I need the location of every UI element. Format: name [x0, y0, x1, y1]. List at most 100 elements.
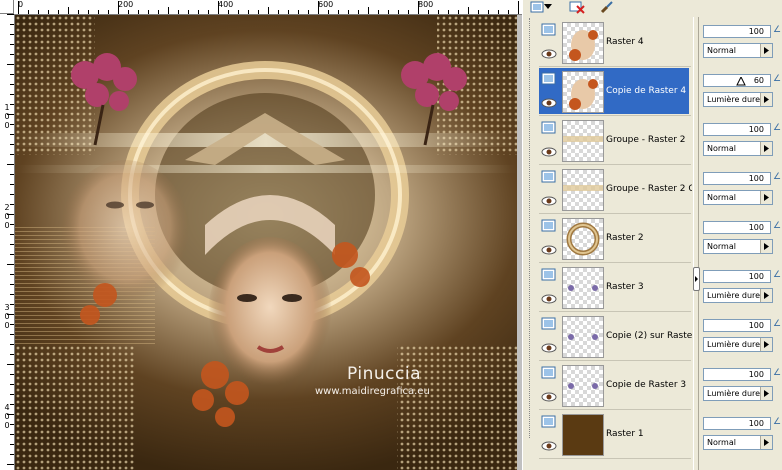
layer-row[interactable]: Copie de Raster 3: [537, 361, 691, 408]
panel-splitter[interactable]: [693, 17, 700, 470]
ruler-tick: [10, 244, 14, 245]
layer-type-icon: [541, 72, 557, 86]
visibility-eye-icon[interactable]: [541, 245, 557, 255]
blend-mode-select[interactable]: Normal: [703, 43, 773, 58]
blend-mode-select[interactable]: Lumière dure: [703, 92, 773, 107]
layer-properties: 100 ∠ Lumière dure: [699, 364, 782, 411]
delete-layer-icon[interactable]: [569, 0, 585, 14]
blend-mode-value: Normal: [707, 144, 736, 153]
opacity-slider[interactable]: 100: [703, 417, 771, 430]
visibility-eye-icon[interactable]: [541, 294, 557, 304]
ruler-tick: [7, 114, 14, 115]
ruler-tick: [38, 10, 39, 14]
ruler-left-label: 1: [4, 103, 10, 112]
chevron-right-icon[interactable]: [760, 338, 772, 351]
layer-properties: 100 ∠ Normal: [699, 217, 782, 264]
chevron-right-icon[interactable]: [760, 93, 772, 106]
chevron-right-icon[interactable]: [760, 191, 772, 204]
layer-row[interactable]: Groupe - Raster 2: [537, 116, 691, 163]
opacity-slider[interactable]: 100: [703, 368, 771, 381]
blend-mode-select[interactable]: Normal: [703, 239, 773, 254]
ruler-tick: [48, 10, 49, 14]
blend-mode-select[interactable]: Normal: [703, 435, 773, 450]
slider-thumb-icon[interactable]: [736, 77, 746, 86]
layer-name-box[interactable]: Groupe - Raster 2: [539, 117, 689, 163]
layer-name-box[interactable]: Copie de Raster 3: [539, 362, 689, 408]
layer-name-box[interactable]: Copie de Raster 4: [539, 68, 689, 114]
ruler-tick: [10, 304, 14, 305]
blend-mode-select[interactable]: Lumière dure: [703, 386, 773, 401]
ruler-tick: [358, 10, 359, 14]
blend-mode-value: Lumière dure: [707, 95, 761, 104]
blend-mode-value: Lumière dure: [707, 291, 761, 300]
ruler-tick: [10, 334, 14, 335]
layer-name-box[interactable]: Raster 4: [539, 19, 689, 65]
opacity-slider[interactable]: 60: [703, 74, 771, 87]
layer-properties: 100 ∠ Lumière dure: [699, 315, 782, 362]
visibility-eye-icon[interactable]: [541, 147, 557, 157]
layer-row[interactable]: Raster 1: [537, 410, 691, 457]
layer-name-box[interactable]: Groupe - Raster 2 Or: [539, 166, 692, 212]
opacity-slider[interactable]: 100: [703, 319, 771, 332]
layer-name-box[interactable]: Raster 1: [539, 411, 689, 457]
visibility-eye-icon[interactable]: [541, 343, 557, 353]
opacity-slider[interactable]: 100: [703, 123, 771, 136]
layer-thumbnail: [562, 22, 604, 64]
ruler-tick: [10, 424, 14, 425]
layer-row[interactable]: Raster 2: [537, 214, 691, 261]
opacity-slider[interactable]: 100: [703, 270, 771, 283]
ruler-tick: [10, 324, 14, 325]
dropdown-arrow-icon[interactable]: [543, 0, 553, 14]
layer-name: Raster 2: [606, 233, 644, 243]
chevron-right-icon[interactable]: [760, 44, 772, 57]
layer-name-box[interactable]: Raster 2: [539, 215, 689, 261]
blend-mode-select[interactable]: Normal: [703, 190, 773, 205]
layer-name-box[interactable]: Raster 3: [539, 264, 689, 310]
visibility-eye-icon[interactable]: [541, 49, 557, 59]
blend-mode-select[interactable]: Normal: [703, 141, 773, 156]
ruler-tick: [298, 10, 299, 14]
opacity-value: 100: [748, 125, 764, 134]
visibility-eye-icon[interactable]: [541, 441, 557, 451]
blend-mode-select[interactable]: Lumière dure: [703, 337, 773, 352]
chevron-right-icon[interactable]: [760, 289, 772, 302]
layer-thumbnail: [562, 71, 604, 113]
layer-row[interactable]: Raster 3: [537, 263, 691, 310]
opacity-edge-icon: ∠: [773, 221, 782, 231]
layer-row[interactable]: Groupe - Raster 2 Or: [537, 165, 692, 212]
ruler-left: 100200300400: [0, 14, 15, 470]
blend-mode-select[interactable]: Lumière dure: [703, 288, 773, 303]
layer-row[interactable]: Copie de Raster 4: [537, 67, 691, 114]
ruler-tick: [428, 10, 429, 14]
brush-icon[interactable]: [599, 0, 615, 14]
chevron-right-icon[interactable]: [760, 436, 772, 449]
ruler-tick: [58, 10, 59, 14]
layer-thumbnail: [562, 414, 604, 456]
chevron-right-icon[interactable]: [760, 387, 772, 400]
blend-mode-value: Lumière dure: [707, 340, 761, 349]
ruler-tick: [10, 404, 14, 405]
ruler-tick: [178, 10, 179, 14]
chevron-right-icon[interactable]: [760, 240, 772, 253]
splitter-grip[interactable]: [693, 267, 700, 291]
canvas-area[interactable]: 0 200 400 600 800 100200300400 Pinuccia …: [0, 0, 522, 470]
blend-mode-value: Normal: [707, 193, 736, 202]
visibility-eye-icon[interactable]: [541, 392, 557, 402]
layer-row[interactable]: Copie (2) sur Raster 3: [537, 312, 692, 359]
artwork-image[interactable]: Pinuccia www.maidiregrafica.eu: [15, 15, 517, 470]
opacity-slider[interactable]: 100: [703, 221, 771, 234]
ruler-left-label: 4: [4, 403, 10, 412]
ruler-tick: [238, 10, 239, 14]
ruler-tick: [168, 7, 169, 14]
visibility-eye-icon[interactable]: [541, 196, 557, 206]
layer-row[interactable]: Raster 4: [537, 18, 691, 65]
chevron-right-icon[interactable]: [760, 142, 772, 155]
opacity-slider[interactable]: 100: [703, 172, 771, 185]
visibility-eye-icon[interactable]: [541, 98, 557, 108]
ruler-tick: [148, 10, 149, 14]
ruler-tick: [218, 1, 219, 14]
opacity-edge-icon: ∠: [773, 172, 782, 182]
layer-name: Copie de Raster 3: [606, 380, 687, 390]
opacity-slider[interactable]: 100: [703, 25, 771, 38]
layer-name-box[interactable]: Copie (2) sur Raster 3: [539, 313, 692, 359]
